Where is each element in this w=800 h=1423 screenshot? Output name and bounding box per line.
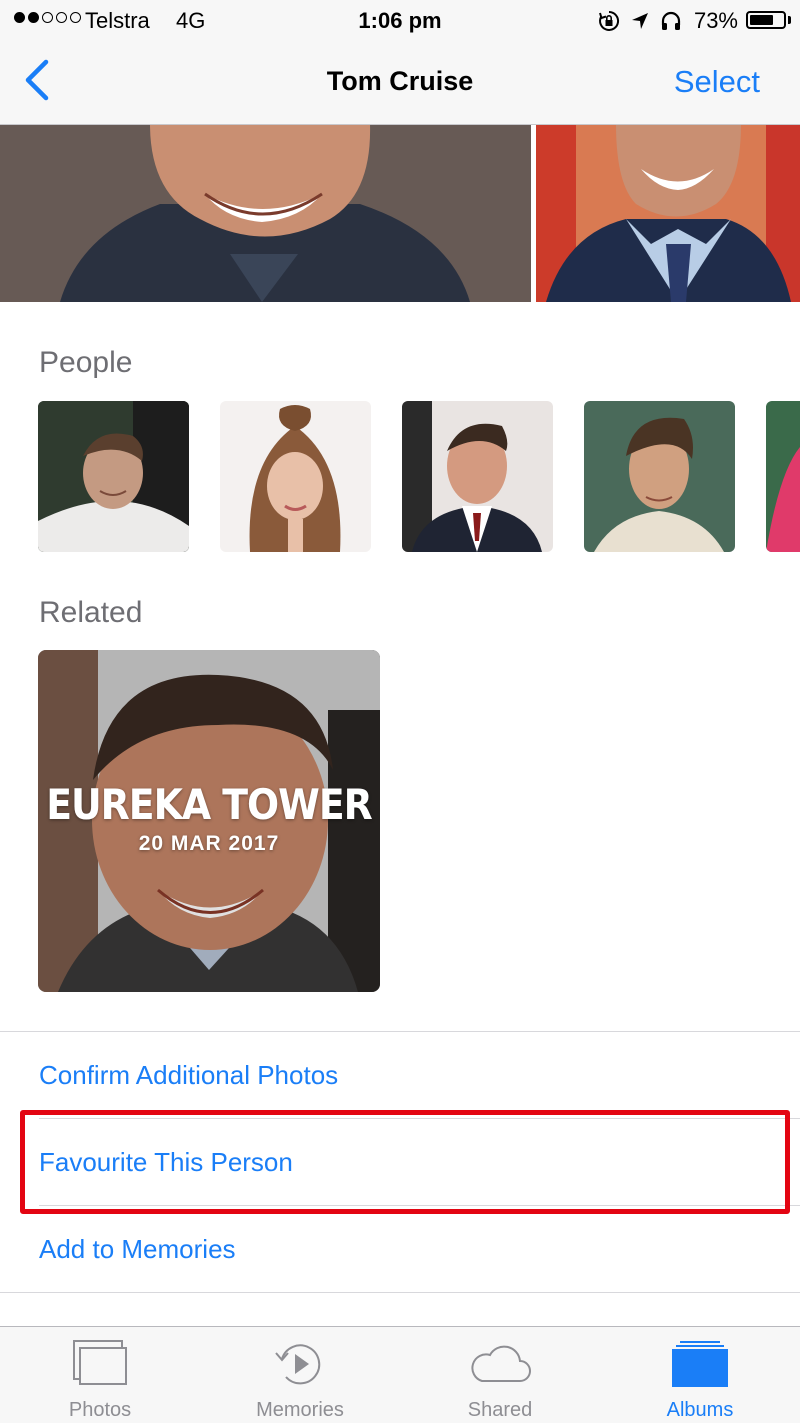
favourite-this-person-button[interactable]: Favourite This Person: [39, 1147, 293, 1178]
add-to-memories-button[interactable]: Add to Memories: [39, 1234, 236, 1265]
chevron-left-icon: [25, 59, 49, 101]
divider: [39, 1205, 800, 1206]
select-button[interactable]: Select: [674, 64, 760, 100]
tab-label: Shared: [467, 1399, 533, 1421]
tab-label: Memories: [256, 1399, 344, 1421]
person-thumbnail[interactable]: [584, 401, 735, 552]
battery-level-fill: [750, 15, 773, 25]
location-arrow-icon: [632, 13, 648, 29]
people-heading: People: [39, 346, 133, 379]
status-icons: [598, 10, 682, 32]
divider: [0, 1292, 800, 1293]
battery-icon: [746, 11, 786, 29]
battery-cap: [788, 16, 791, 24]
people-carousel[interactable]: [38, 401, 800, 552]
albums-folder-icon: [672, 1341, 728, 1387]
cloud-icon: [471, 1345, 531, 1382]
tab-shared[interactable]: Shared: [400, 1327, 600, 1423]
divider: [39, 1118, 800, 1119]
photo-thumbnail[interactable]: [536, 124, 800, 302]
memory-date: 20 MAR 2017: [138, 832, 280, 855]
tab-memories[interactable]: Memories: [200, 1327, 400, 1423]
tab-label: Photos: [68, 1399, 132, 1421]
memory-title: EUREKA TOWER: [46, 780, 373, 829]
person-thumbnail[interactable]: [766, 401, 800, 552]
memories-play-icon: [275, 1344, 321, 1385]
related-memory-card[interactable]: EUREKA TOWER 20 MAR 2017: [38, 650, 380, 992]
navigation-bar: Tom Cruise Select: [0, 40, 800, 124]
tab-photos[interactable]: Photos: [0, 1327, 200, 1423]
back-button[interactable]: [20, 58, 54, 102]
photo-grid: [0, 124, 800, 302]
battery-percentage: 73%: [693, 8, 738, 33]
orientation-lock-icon: [599, 10, 620, 31]
headphones-icon: [661, 11, 681, 30]
top-bar: Telstra 4G 1:06 pm 73% Tom Cruise Select: [0, 0, 800, 125]
status-bar: Telstra 4G 1:06 pm 73%: [0, 0, 800, 40]
tab-albums[interactable]: Albums: [600, 1327, 800, 1423]
divider: [0, 1031, 800, 1032]
tab-bar: Photos Memories Shared Albums: [0, 1326, 800, 1423]
related-heading: Related: [39, 596, 143, 629]
confirm-additional-photos-button[interactable]: Confirm Additional Photos: [39, 1060, 338, 1091]
person-thumbnail[interactable]: [38, 401, 189, 552]
photo-thumbnail[interactable]: [0, 124, 531, 302]
person-thumbnail[interactable]: [402, 401, 553, 552]
photos-stack-icon: [73, 1340, 127, 1385]
tab-label: Albums: [666, 1399, 734, 1421]
person-thumbnail[interactable]: [220, 401, 371, 552]
